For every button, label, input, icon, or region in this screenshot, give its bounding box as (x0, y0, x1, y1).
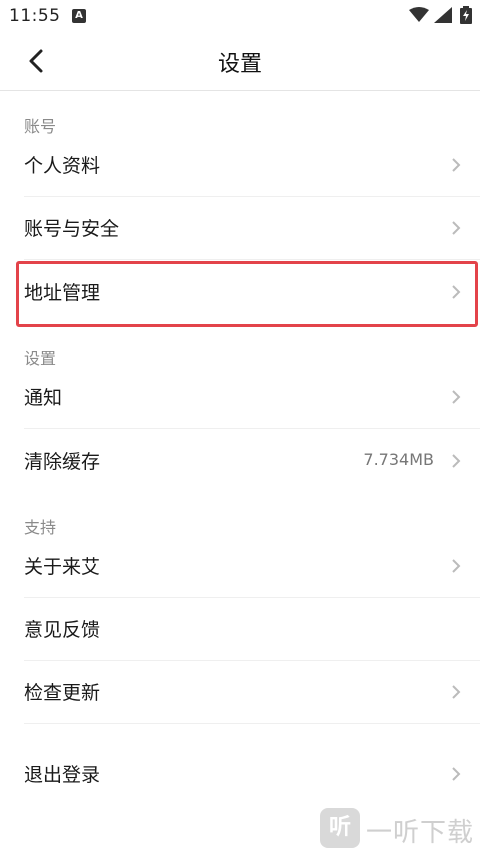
row-label: 检查更新 (24, 682, 101, 704)
chevron-right-icon (452, 767, 461, 781)
settings-row-clear-cache[interactable]: 清除缓存 7.734MB (0, 430, 480, 492)
battery-charging-icon (460, 6, 472, 24)
row-label: 清除缓存 (24, 451, 101, 473)
wifi-icon (409, 7, 429, 22)
logout-row[interactable]: 退出登录 (0, 743, 480, 805)
logout-label: 退出登录 (24, 764, 101, 786)
page-title: 设置 (217, 52, 262, 77)
settings-row-about[interactable]: 关于来艾 (0, 535, 480, 597)
chevron-right-icon (452, 158, 461, 172)
divider (24, 259, 480, 260)
watermark: 听 一听下载 (318, 806, 478, 850)
chevron-right-icon (452, 454, 461, 468)
row-label: 意见反馈 (24, 619, 101, 641)
settings-row-account-security[interactable]: 账号与安全 (0, 197, 480, 259)
chevron-right-icon (452, 559, 461, 573)
status-time: 11:55 (9, 6, 61, 26)
settings-row-feedback[interactable]: 意见反馈 (0, 598, 480, 660)
row-label: 个人资料 (24, 155, 101, 177)
chevron-right-icon (452, 221, 461, 235)
settings-row-notifications[interactable]: 通知 (0, 366, 480, 428)
notification-a-icon: A (72, 9, 86, 23)
row-label: 通知 (24, 387, 63, 409)
settings-row-check-update[interactable]: 检查更新 (0, 661, 480, 723)
watermark-logo-icon: 听 (320, 808, 360, 848)
row-label: 地址管理 (24, 282, 101, 304)
divider (24, 428, 480, 429)
cache-size-value: 7.734MB (363, 450, 434, 469)
row-label: 账号与安全 (24, 218, 120, 240)
settings-row-address-management[interactable]: 地址管理 (0, 261, 480, 323)
watermark-text: 一听下载 (366, 818, 475, 848)
settings-row-profile[interactable]: 个人资料 (0, 134, 480, 196)
chevron-right-icon (452, 390, 461, 404)
app-header: 设置 (0, 32, 480, 91)
signal-icon (434, 7, 452, 23)
chevron-right-icon (452, 685, 461, 699)
row-label: 关于来艾 (24, 556, 101, 578)
divider (24, 723, 480, 724)
chevron-right-icon (452, 285, 461, 299)
status-bar: 11:55 A (0, 0, 480, 32)
